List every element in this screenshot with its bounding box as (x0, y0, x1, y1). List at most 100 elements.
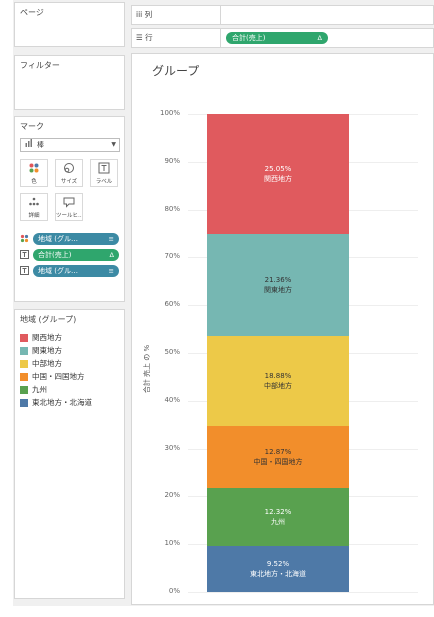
data-label: 18.88% 中部地方 (207, 371, 349, 391)
filters-panel[interactable]: フィルター (14, 55, 125, 110)
legend-swatch (20, 334, 28, 342)
columns-icon: iii (136, 10, 143, 19)
data-label-name: 中国・四国地方 (253, 457, 303, 466)
mark-type-value: 棒 (37, 141, 44, 149)
legend-item-label: 東北地方・北海道 (32, 398, 92, 407)
data-label-value: 25.05% (264, 164, 292, 173)
columns-shelf[interactable]: iii 列 (131, 5, 434, 25)
label-button[interactable]: ラベル (90, 159, 118, 187)
legend-swatch (20, 347, 28, 355)
color-icon (20, 234, 29, 243)
data-label-name: 九州 (271, 518, 285, 527)
rows-shelf-label: ☰ 行 (136, 29, 153, 47)
rows-sum-sales-pill[interactable]: 合計(売上) Δ (226, 32, 328, 44)
region-group-pill[interactable]: 地域 (グル… ≡ (33, 265, 119, 277)
sort-icon: ≡ (108, 267, 114, 275)
detail-button-label: 詳細 (28, 213, 40, 219)
marks-panel: マーク 棒 ▼ 色 サイズ ラベル 詳細 ツールヒ… 地域 (グル… ≡ 合計(… (14, 116, 125, 302)
sort-icon: ≡ (108, 235, 114, 243)
label-icon (20, 266, 29, 275)
detail-button[interactable]: 詳細 (20, 193, 48, 221)
legend-item-label: 九州 (32, 385, 47, 394)
detail-icon (21, 196, 47, 208)
tooltip-button-label: ツールヒ… (56, 213, 82, 219)
legend-swatch (20, 360, 28, 368)
data-label: 21.36% 関東地方 (207, 275, 349, 295)
legend-item-label: 関西地方 (32, 333, 62, 342)
data-label: 9.52% 東北地方・北海道 (207, 559, 349, 579)
data-label-value: 9.52% (266, 560, 290, 569)
color-button-label: 色 (31, 179, 37, 185)
rows-shelf[interactable]: ☰ 行 合計(売上) Δ (131, 28, 434, 48)
data-label-value: 18.88% (264, 371, 292, 380)
columns-shelf-label: iii 列 (136, 6, 152, 24)
legend-swatch (20, 386, 28, 394)
data-label-name: 東北地方・北海道 (250, 570, 306, 579)
tooltip-button[interactable]: ツールヒ… (55, 193, 83, 221)
pages-panel[interactable]: ページ (14, 2, 125, 47)
y-tick-label: 60% (164, 300, 180, 309)
legend-item-label: 中国・四国地方 (32, 372, 85, 381)
data-label: 12.87% 中国・四国地方 (207, 447, 349, 467)
pages-panel-title: ページ (20, 8, 44, 17)
legend-swatch (20, 399, 28, 407)
y-tick-label: 50% (164, 348, 180, 356)
data-label-name: 関東地方 (264, 285, 292, 294)
color-icon (21, 162, 47, 174)
data-label-value: 12.32% (264, 508, 292, 517)
chevron-down-icon: ▼ (111, 141, 116, 148)
y-tick-label: 90% (164, 156, 180, 165)
bar-segment[interactable]: 25.05% 関西地方 (207, 114, 349, 234)
bar-segment[interactable]: 12.87% 中国・四国地方 (207, 426, 349, 488)
size-button-label: サイズ (60, 179, 78, 185)
shelf-divider (220, 6, 221, 24)
tooltip-icon (56, 196, 82, 208)
rows-label-text: 行 (145, 33, 153, 42)
y-tick-label: 40% (164, 395, 180, 404)
label-button-label: ラベル (95, 179, 113, 185)
region-group-pill[interactable]: 地域 (グル… ≡ (33, 233, 119, 245)
size-button[interactable]: サイズ (55, 159, 83, 187)
bar-segment[interactable]: 12.32% 九州 (207, 487, 349, 547)
data-label-name: 中部地方 (264, 381, 292, 390)
legend-title: 地域 (グループ) (20, 315, 77, 324)
rows-icon: ☰ (136, 33, 143, 42)
bar-segment[interactable]: 18.88% 中部地方 (207, 335, 349, 427)
y-tick-label: 100% (159, 109, 180, 117)
bar-segment[interactable]: 21.36% 関東地方 (207, 233, 349, 336)
bar-segment[interactable]: 9.52% 東北地方・北海道 (207, 546, 349, 592)
y-tick-label: 0% (168, 587, 180, 595)
rows-pill-label: 合計(売上) (232, 34, 266, 42)
y-tick-label: 20% (164, 491, 180, 500)
data-label-value: 21.36% (264, 275, 292, 284)
sum-sales-pill-label: 合計(売上) (38, 251, 72, 259)
shelf-divider (220, 29, 221, 47)
bar-chart-icon (25, 139, 33, 151)
legend-item-label: 関東地方 (32, 346, 62, 355)
delta-icon: Δ (109, 251, 114, 259)
legend-item-label: 中部地方 (32, 359, 62, 368)
color-button[interactable]: 色 (20, 159, 48, 187)
data-label-name: 関西地方 (264, 174, 292, 183)
gridline (188, 592, 418, 593)
label-icon (91, 162, 117, 174)
mark-type-dropdown[interactable]: 棒 ▼ (20, 138, 120, 152)
color-legend-panel: 地域 (グループ) 関西地方 関東地方 中部地方 中国・四国地方 九州 東北地方… (14, 309, 125, 599)
legend-swatch (20, 373, 28, 381)
marks-panel-title: マーク (20, 122, 44, 131)
label-icon (20, 250, 29, 259)
y-tick-label: 30% (164, 443, 180, 452)
size-icon (56, 162, 82, 174)
filters-panel-title: フィルター (20, 61, 60, 70)
sum-sales-pill[interactable]: 合計(売上) Δ (33, 249, 119, 261)
data-label: 25.05% 関西地方 (207, 164, 349, 184)
region-group-pill-label: 地域 (グル… (38, 235, 78, 243)
data-label: 12.32% 九州 (207, 507, 349, 527)
delta-icon: Δ (317, 34, 322, 42)
chart-view: グループ 合計 売上 の % 0% 10% 20% 30% 40% 50% 60% 70% 80… (131, 53, 434, 605)
y-tick-label: 10% (164, 539, 180, 548)
y-tick-label: 80% (164, 204, 180, 213)
data-label-value: 12.87% (264, 447, 292, 456)
tableau-workspace: ページ フィルター マーク 棒 ▼ 色 サイズ ラベル 詳細 ツールヒ… 地域 … (13, 0, 434, 606)
chart-title: グループ (152, 64, 200, 78)
